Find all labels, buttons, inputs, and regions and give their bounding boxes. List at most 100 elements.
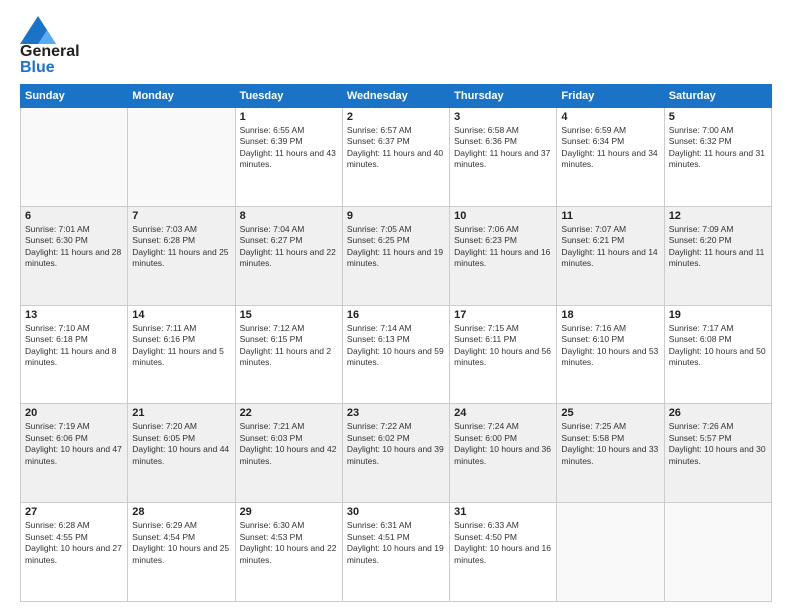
calendar-cell: 28Sunrise: 6:29 AMSunset: 4:54 PMDayligh… xyxy=(128,503,235,602)
calendar-cell: 18 Sunrise: 7:16 AMSunset: 6:10 PMDayligh… xyxy=(557,305,664,404)
logo-text: General Blue xyxy=(20,44,80,76)
cell-info: Sunrise: 7:09 AMSunset: 6:20 PMDaylight:… xyxy=(669,224,767,270)
weekday-header-thursday: Thursday xyxy=(450,85,557,108)
cell-info: Sunrise: 7:00 AMSunset: 6:32 PMDaylight:… xyxy=(669,125,767,171)
cell-info: Sunrise: 7:11 AMSunset: 6:16 PMDaylight:… xyxy=(132,323,230,369)
calendar-cell: 22 Sunrise: 7:21 AMSunset: 6:03 PMDayligh… xyxy=(235,404,342,503)
calendar-cell: 15 Sunrise: 7:12 AMSunset: 6:15 PMDayligh… xyxy=(235,305,342,404)
day-number: 11 xyxy=(561,210,659,222)
cell-info: Sunrise: 7:03 AMSunset: 6:28 PMDaylight:… xyxy=(132,224,230,270)
cell-info: Sunrise: 7:01 AMSunset: 6:30 PMDaylight:… xyxy=(25,224,123,270)
cell-info: Sunrise: 7:24 AMSunset: 6:00 PMDaylight:… xyxy=(454,421,552,467)
cell-info: Sunrise: 7:20 AMSunset: 6:05 PMDaylight:… xyxy=(132,421,230,467)
week-row-2: 6 Sunrise: 7:01 AMSunset: 6:30 PMDaylight… xyxy=(21,206,772,305)
day-number: 23 xyxy=(347,407,445,419)
calendar-cell: 3 Sunrise: 6:58 AMSunset: 6:36 PMDaylight… xyxy=(450,108,557,207)
cell-info: Sunrise: 6:28 AMSunset: 4:55 PMDaylight:… xyxy=(25,520,123,566)
cell-info: Sunrise: 6:59 AMSunset: 6:34 PMDaylight:… xyxy=(561,125,659,171)
day-number: 19 xyxy=(669,309,767,321)
cell-info: Sunrise: 7:16 AMSunset: 6:10 PMDaylight:… xyxy=(561,323,659,369)
day-number: 24 xyxy=(454,407,552,419)
day-number: 25 xyxy=(561,407,659,419)
calendar-cell: 11Sunrise: 7:07 AMSunset: 6:21 PMDayligh… xyxy=(557,206,664,305)
cell-info: Sunrise: 7:22 AMSunset: 6:02 PMDaylight:… xyxy=(347,421,445,467)
cell-info: Sunrise: 7:19 AMSunset: 6:06 PMDaylight:… xyxy=(25,421,123,467)
day-number: 4 xyxy=(561,111,659,123)
calendar-cell xyxy=(557,503,664,602)
logo-icon xyxy=(20,16,56,44)
week-row-5: 27Sunrise: 6:28 AMSunset: 4:55 PMDayligh… xyxy=(21,503,772,602)
calendar-cell: 19 Sunrise: 7:17 AMSunset: 6:08 PMDayligh… xyxy=(664,305,771,404)
calendar-cell: 12 Sunrise: 7:09 AMSunset: 6:20 PMDayligh… xyxy=(664,206,771,305)
calendar-table: SundayMondayTuesdayWednesdayThursdayFrid… xyxy=(20,84,772,602)
day-number: 28 xyxy=(132,506,230,518)
day-number: 9 xyxy=(347,210,445,222)
header: General Blue xyxy=(20,16,772,76)
day-number: 6 xyxy=(25,210,123,222)
calendar-cell: 20 Sunrise: 7:19 AMSunset: 6:06 PMDayligh… xyxy=(21,404,128,503)
calendar-cell xyxy=(21,108,128,207)
day-number: 29 xyxy=(240,506,338,518)
cell-info: Sunrise: 6:31 AMSunset: 4:51 PMDaylight:… xyxy=(347,520,445,566)
cell-info: Sunrise: 7:26 AMSunset: 5:57 PMDaylight:… xyxy=(669,421,767,467)
day-number: 20 xyxy=(25,407,123,419)
cell-info: Sunrise: 6:55 AMSunset: 6:39 PMDaylight:… xyxy=(240,125,338,171)
calendar-cell: 8Sunrise: 7:04 AMSunset: 6:27 PMDaylight… xyxy=(235,206,342,305)
weekday-header-saturday: Saturday xyxy=(664,85,771,108)
day-number: 12 xyxy=(669,210,767,222)
calendar-cell: 25 Sunrise: 7:25 AMSunset: 5:58 PMDayligh… xyxy=(557,404,664,503)
calendar-cell: 16 Sunrise: 7:14 AMSunset: 6:13 PMDayligh… xyxy=(342,305,449,404)
calendar-cell: 1 Sunrise: 6:55 AMSunset: 6:39 PMDaylight… xyxy=(235,108,342,207)
cell-info: Sunrise: 7:14 AMSunset: 6:13 PMDaylight:… xyxy=(347,323,445,369)
day-number: 16 xyxy=(347,309,445,321)
day-number: 5 xyxy=(669,111,767,123)
week-row-1: 1 Sunrise: 6:55 AMSunset: 6:39 PMDaylight… xyxy=(21,108,772,207)
day-number: 3 xyxy=(454,111,552,123)
day-number: 17 xyxy=(454,309,552,321)
weekday-header-sunday: Sunday xyxy=(21,85,128,108)
day-number: 22 xyxy=(240,407,338,419)
calendar-cell: 31Sunrise: 6:33 AMSunset: 4:50 PMDayligh… xyxy=(450,503,557,602)
calendar-cell: 30 Sunrise: 6:31 AMSunset: 4:51 PMDayligh… xyxy=(342,503,449,602)
day-number: 26 xyxy=(669,407,767,419)
cell-info: Sunrise: 6:58 AMSunset: 6:36 PMDaylight:… xyxy=(454,125,552,171)
calendar-cell: 21Sunrise: 7:20 AMSunset: 6:05 PMDayligh… xyxy=(128,404,235,503)
cell-info: Sunrise: 7:21 AMSunset: 6:03 PMDaylight:… xyxy=(240,421,338,467)
day-number: 18 xyxy=(561,309,659,321)
calendar-cell: 4 Sunrise: 6:59 AMSunset: 6:34 PMDaylight… xyxy=(557,108,664,207)
week-row-3: 13Sunrise: 7:10 AMSunset: 6:18 PMDayligh… xyxy=(21,305,772,404)
calendar-cell: 23 Sunrise: 7:22 AMSunset: 6:02 PMDayligh… xyxy=(342,404,449,503)
calendar-cell: 14Sunrise: 7:11 AMSunset: 6:16 PMDayligh… xyxy=(128,305,235,404)
calendar-cell: 24 Sunrise: 7:24 AMSunset: 6:00 PMDayligh… xyxy=(450,404,557,503)
calendar-cell: 6 Sunrise: 7:01 AMSunset: 6:30 PMDaylight… xyxy=(21,206,128,305)
cell-info: Sunrise: 7:17 AMSunset: 6:08 PMDaylight:… xyxy=(669,323,767,369)
week-row-4: 20 Sunrise: 7:19 AMSunset: 6:06 PMDayligh… xyxy=(21,404,772,503)
calendar-cell: 27Sunrise: 6:28 AMSunset: 4:55 PMDayligh… xyxy=(21,503,128,602)
cell-info: Sunrise: 7:25 AMSunset: 5:58 PMDaylight:… xyxy=(561,421,659,467)
day-number: 7 xyxy=(132,210,230,222)
calendar-cell: 7 Sunrise: 7:03 AMSunset: 6:28 PMDaylight… xyxy=(128,206,235,305)
weekday-header-row: SundayMondayTuesdayWednesdayThursdayFrid… xyxy=(21,85,772,108)
day-number: 31 xyxy=(454,506,552,518)
weekday-header-friday: Friday xyxy=(557,85,664,108)
logo: General Blue xyxy=(20,16,80,76)
day-number: 30 xyxy=(347,506,445,518)
calendar-cell: 29Sunrise: 6:30 AMSunset: 4:53 PMDayligh… xyxy=(235,503,342,602)
cell-info: Sunrise: 7:12 AMSunset: 6:15 PMDaylight:… xyxy=(240,323,338,369)
calendar-cell xyxy=(664,503,771,602)
calendar-cell: 9 Sunrise: 7:05 AMSunset: 6:25 PMDaylight… xyxy=(342,206,449,305)
calendar-cell: 26 Sunrise: 7:26 AMSunset: 5:57 PMDayligh… xyxy=(664,404,771,503)
day-number: 10 xyxy=(454,210,552,222)
calendar-cell xyxy=(128,108,235,207)
calendar-cell: 5 Sunrise: 7:00 AMSunset: 6:32 PMDaylight… xyxy=(664,108,771,207)
weekday-header-tuesday: Tuesday xyxy=(235,85,342,108)
cell-info: Sunrise: 7:05 AMSunset: 6:25 PMDaylight:… xyxy=(347,224,445,270)
page: General Blue SundayMondayTuesdayWednesda… xyxy=(0,0,792,612)
weekday-header-wednesday: Wednesday xyxy=(342,85,449,108)
day-number: 1 xyxy=(240,111,338,123)
day-number: 15 xyxy=(240,309,338,321)
weekday-header-monday: Monday xyxy=(128,85,235,108)
day-number: 8 xyxy=(240,210,338,222)
calendar-cell: 13Sunrise: 7:10 AMSunset: 6:18 PMDayligh… xyxy=(21,305,128,404)
calendar-cell: 2Sunrise: 6:57 AMSunset: 6:37 PMDaylight… xyxy=(342,108,449,207)
